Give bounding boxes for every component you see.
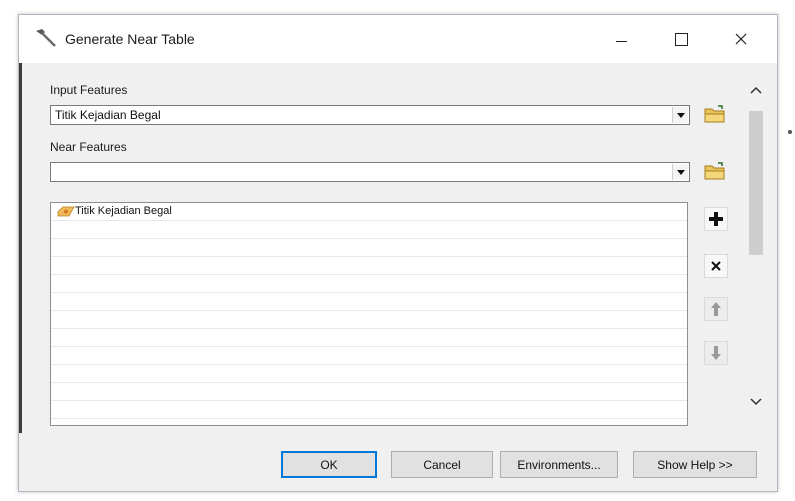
window-edge-shadow xyxy=(19,63,22,433)
input-features-dropdown-arrow[interactable] xyxy=(672,107,688,123)
environments-button[interactable]: Environments... xyxy=(500,451,618,478)
vertical-scrollbar[interactable] xyxy=(745,77,767,427)
close-icon xyxy=(735,33,747,45)
minimize-button[interactable] xyxy=(593,15,649,63)
list-item xyxy=(51,239,687,257)
list-item xyxy=(51,221,687,239)
scroll-up-button[interactable] xyxy=(749,83,763,97)
list-item xyxy=(51,365,687,383)
near-features-label: Near Features xyxy=(50,140,127,154)
list-item xyxy=(51,401,687,419)
list-item xyxy=(51,383,687,401)
show-help-button[interactable]: Show Help >> xyxy=(633,451,757,478)
list-item[interactable]: Titik Kejadian Begal xyxy=(51,203,687,221)
cancel-button[interactable]: Cancel xyxy=(391,451,493,478)
near-features-browse-folder-icon[interactable] xyxy=(703,160,727,182)
dialog-title: Generate Near Table xyxy=(65,31,195,47)
move-up-button[interactable] xyxy=(704,297,728,321)
plus-icon xyxy=(709,212,723,226)
chevron-down-icon xyxy=(750,398,762,406)
scroll-thumb[interactable] xyxy=(749,111,763,255)
move-down-button[interactable] xyxy=(704,341,728,365)
list-item xyxy=(51,311,687,329)
list-item xyxy=(51,329,687,347)
chevron-down-icon xyxy=(676,169,685,175)
point-layer-icon xyxy=(57,206,75,217)
chevron-up-icon xyxy=(750,86,762,94)
dialog-window: Generate Near Table Input Features Titik… xyxy=(18,14,778,492)
input-features-value: Titik Kejadian Begal xyxy=(55,108,161,122)
maximize-icon xyxy=(674,32,688,46)
list-item xyxy=(51,347,687,365)
ok-button[interactable]: OK xyxy=(281,451,377,478)
list-item xyxy=(51,293,687,311)
near-features-dropdown-arrow[interactable] xyxy=(672,164,688,180)
chevron-down-icon xyxy=(676,112,685,118)
maximize-button[interactable] xyxy=(653,15,709,63)
arrow-down-icon xyxy=(711,346,721,360)
input-features-label: Input Features xyxy=(50,83,128,97)
title-bar[interactable]: Generate Near Table xyxy=(19,15,777,63)
near-features-list[interactable]: Titik Kejadian Begal xyxy=(50,202,688,426)
minimize-icon xyxy=(615,40,627,42)
geoprocessing-tool-icon xyxy=(36,29,56,47)
add-button[interactable] xyxy=(704,207,728,231)
list-item xyxy=(51,257,687,275)
scroll-down-button[interactable] xyxy=(749,395,763,409)
list-item xyxy=(51,275,687,293)
delete-x-icon xyxy=(711,261,721,271)
input-features-combo[interactable]: Titik Kejadian Begal xyxy=(50,105,690,125)
stray-mark xyxy=(788,130,792,134)
remove-button[interactable] xyxy=(704,254,728,278)
arrow-up-icon xyxy=(711,302,721,316)
close-button[interactable] xyxy=(713,15,769,63)
list-item-label: Titik Kejadian Begal xyxy=(75,205,172,217)
near-features-combo[interactable] xyxy=(50,162,690,182)
input-features-browse-folder-icon[interactable] xyxy=(703,103,727,125)
